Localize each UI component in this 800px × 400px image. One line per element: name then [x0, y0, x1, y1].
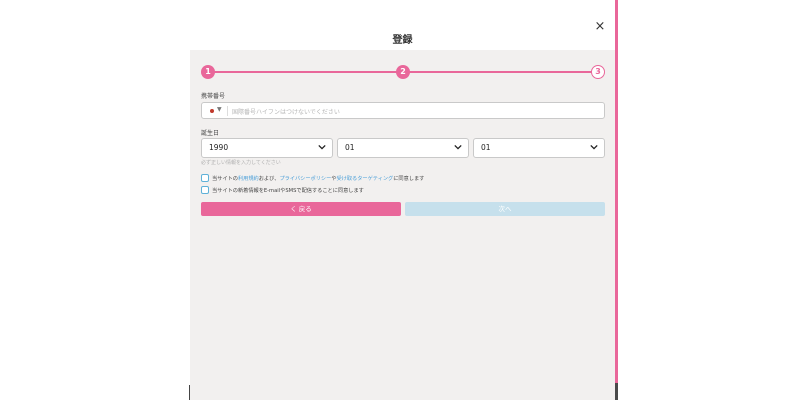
- modal-title: 登録: [392, 35, 413, 46]
- step-3: 3: [591, 65, 605, 79]
- step-2: 2: [396, 65, 410, 79]
- next-button[interactable]: 次へ: [405, 202, 605, 216]
- terms-checkbox[interactable]: [201, 174, 209, 182]
- stepper-line-1: [208, 71, 403, 73]
- phone-placeholder: 国際番号ハイフンはつけないでください: [232, 109, 340, 116]
- pink-edge-strip: [615, 0, 618, 383]
- chevron-down-icon: [318, 144, 326, 150]
- birthdate-label: 誕生日: [201, 130, 220, 137]
- divider: [227, 106, 228, 116]
- year-select[interactable]: 1990: [201, 138, 333, 158]
- day-value: 01: [481, 143, 491, 152]
- terms-consent-text: 当サイトの利用規約および、プライバシーポリシーや受け取るターゲティングに同意しま…: [212, 175, 424, 182]
- terms-suffix: に同意します: [393, 176, 425, 182]
- japan-flag-icon[interactable]: [210, 109, 214, 113]
- back-button[interactable]: く 戻る: [201, 202, 401, 216]
- terms-prefix: 当サイトの: [212, 176, 238, 182]
- year-value: 1990: [209, 143, 229, 152]
- newsletter-consent-text: 当サイトの新着情報をE-mailやSMSで配信することに同意します: [212, 188, 364, 194]
- terms-link[interactable]: 利用規約: [238, 176, 259, 182]
- phone-label: 携帯番号: [201, 93, 226, 100]
- month-select[interactable]: 01: [337, 138, 469, 158]
- dark-edge-strip: [615, 383, 618, 400]
- modal-header: 登録: [190, 22, 615, 50]
- month-value: 01: [345, 143, 355, 152]
- day-select[interactable]: 01: [473, 138, 605, 158]
- step-1: 1: [201, 65, 215, 79]
- newsletter-checkbox[interactable]: [201, 186, 209, 194]
- terms-mid: および、: [258, 176, 280, 182]
- phone-input[interactable]: ▼ 国際番号ハイフンはつけないでください: [201, 102, 605, 119]
- page-backdrop: [616, 0, 800, 400]
- chevron-down-icon: [454, 144, 462, 150]
- birthdate-hint: 必ず正しい情報を入力してください: [201, 160, 281, 166]
- caret-down-icon[interactable]: ▼: [217, 106, 222, 113]
- registration-form: 1 2 3 携帯番号 ▼ 国際番号ハイフンはつけないでください 誕生日 1990…: [190, 50, 615, 400]
- tracking-link[interactable]: 受け取るターゲティング: [336, 176, 393, 182]
- close-button[interactable]: ×: [590, 18, 610, 36]
- chevron-down-icon: [590, 144, 598, 150]
- privacy-link[interactable]: プライバシーポリシー: [279, 176, 331, 182]
- stepper-line-2: [403, 71, 598, 73]
